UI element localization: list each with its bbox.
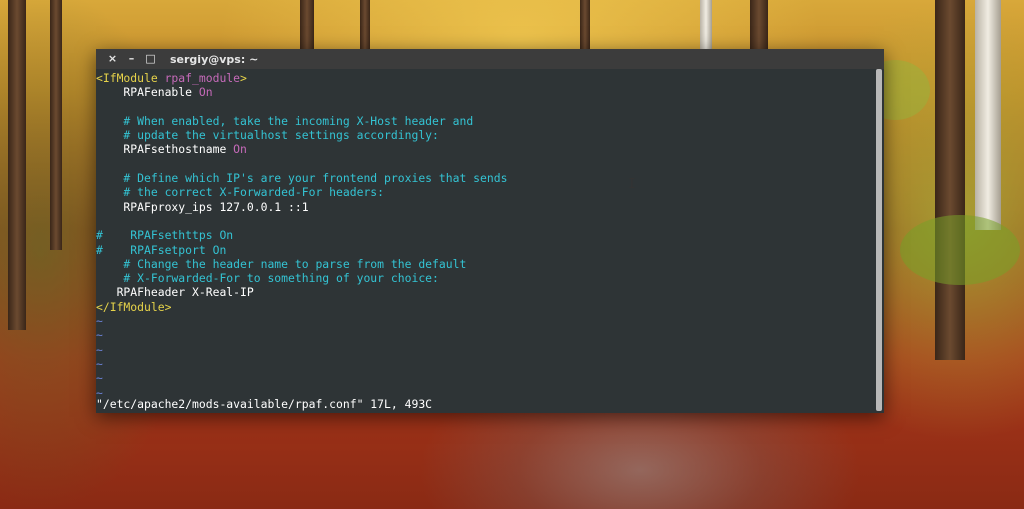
code-token: # When enabled, take the incoming X-Host… xyxy=(96,113,474,128)
vim-status-line: "/etc/apache2/mods-available/rpaf.conf" … xyxy=(96,396,433,411)
terminal-scrollbar[interactable] xyxy=(875,69,882,411)
editor-line: RPAFenable On xyxy=(96,85,874,99)
maximize-button[interactable]: □ xyxy=(143,49,158,69)
editor-line: # When enabled, take the incoming X-Host… xyxy=(96,114,874,128)
text-cursor-icon: I xyxy=(628,177,636,192)
code-token: </IfModule> xyxy=(96,299,172,314)
editor-line: # Change the header name to parse from t… xyxy=(96,257,874,271)
editor-line: # RPAFsethttps On xyxy=(96,228,874,242)
code-token: # X-Forwarded-For to something of your c… xyxy=(96,271,439,286)
code-token: > xyxy=(240,71,247,85)
close-button[interactable]: × xyxy=(105,49,120,69)
editor-line: ~ xyxy=(96,357,874,371)
window-title: sergiy@vps: ~ xyxy=(170,52,259,66)
empty-line-marker: ~ xyxy=(96,356,103,371)
code-token: # RPAFsethttps On xyxy=(96,228,234,243)
window-titlebar[interactable]: × – □ sergiy@vps: ~ xyxy=(96,49,884,69)
scrollbar-thumb[interactable] xyxy=(876,69,882,411)
editor-line: # X-Forwarded-For to something of your c… xyxy=(96,271,874,285)
editor-line: RPAFsethostname On xyxy=(96,142,874,156)
empty-line-marker: ~ xyxy=(96,342,103,357)
code-token: RPAFenable xyxy=(96,85,199,100)
editor-line: RPAFproxy_ips 127.0.0.1 ::1 xyxy=(96,200,874,214)
editor-line: # RPAFsetport On xyxy=(96,243,874,257)
editor-line: <IfModule rpaf_module> xyxy=(96,71,874,85)
empty-line-marker: ~ xyxy=(96,314,103,329)
editor-line: ~ xyxy=(96,328,874,342)
code-token: # update the virtualhost settings accord… xyxy=(96,128,439,143)
code-token: <IfModule xyxy=(96,71,165,85)
code-token: # Define which IP's are your frontend pr… xyxy=(96,171,508,186)
editor-line: ~ xyxy=(96,314,874,328)
code-token: RPAFheader X-Real-IP xyxy=(96,285,254,300)
code-token: # the correct X-Forwarded-For headers: xyxy=(96,185,385,200)
terminal-window[interactable]: × – □ sergiy@vps: ~ <IfModule rpaf_modul… xyxy=(96,49,884,413)
code-token: rpaf_module xyxy=(164,71,241,85)
code-token: RPAFproxy_ips 127.0.0.1 ::1 xyxy=(96,199,309,214)
editor-line: # Define which IP's are your frontend pr… xyxy=(96,171,874,185)
code-token: # Change the header name to parse from t… xyxy=(96,256,467,271)
editor-line: ~ xyxy=(96,371,874,385)
editor-line: # update the virtualhost settings accord… xyxy=(96,128,874,142)
minimize-button[interactable]: – xyxy=(124,49,139,69)
empty-line-marker: ~ xyxy=(96,328,103,343)
code-token: RPAFsethostname xyxy=(96,142,234,157)
editor-line: # the correct X-Forwarded-For headers: xyxy=(96,185,874,199)
vim-editor-buffer[interactable]: <IfModule rpaf_module> RPAFenable On # W… xyxy=(96,71,874,413)
code-token: On xyxy=(233,142,247,157)
code-token: # RPAFsetport On xyxy=(96,242,227,257)
code-token: On xyxy=(198,85,213,100)
editor-line: </IfModule> xyxy=(96,300,874,314)
editor-line: ~ xyxy=(96,343,874,357)
empty-line-marker: ~ xyxy=(96,371,103,386)
editor-line: RPAFheader X-Real-IP xyxy=(96,285,874,299)
